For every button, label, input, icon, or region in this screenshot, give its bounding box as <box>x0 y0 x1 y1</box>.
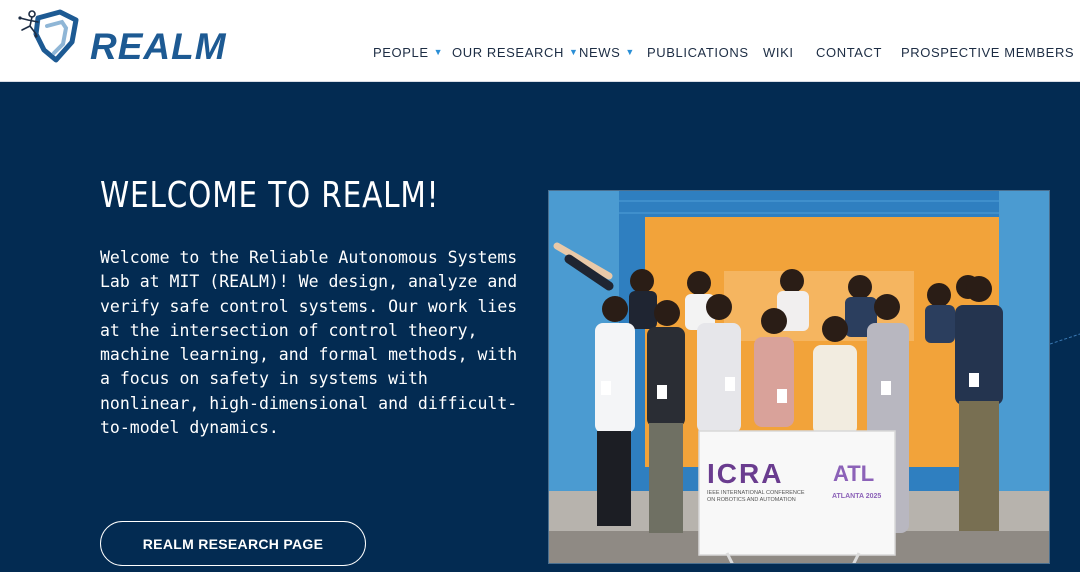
hero-section: WELCOME TO REALM! Welcome to the Reliabl… <box>0 82 1080 572</box>
group-photo-image: ICRA IEEE INTERNATIONAL CONFERENCE ON RO… <box>549 191 1049 563</box>
nav-label: PROSPECTIVE MEMBERS <box>901 45 1075 60</box>
nav-people[interactable]: PEOPLE ▼ <box>373 44 443 63</box>
sign-subtitle-1: IEEE INTERNATIONAL CONFERENCE <box>707 490 805 496</box>
caret-down-icon: ▼ <box>625 47 635 57</box>
sign-logo-text: ICRA <box>707 458 783 489</box>
nav-label: PUBLICATIONS <box>647 45 749 60</box>
decorative-line <box>1050 333 1080 345</box>
main-nav: PEOPLE ▼ OUR RESEARCH ▼ NEWS ▼ PUBLICATIONS… <box>0 44 1080 62</box>
nav-wiki[interactable]: WIKI <box>763 44 794 62</box>
caret-down-icon: ▼ <box>433 47 444 57</box>
sign-subtitle-2: ON ROBOTICS AND AUTOMATION <box>707 497 796 503</box>
nav-label: PEOPLE <box>373 45 429 60</box>
nav-publications[interactable]: PUBLICATIONS <box>647 44 749 62</box>
page-title: WELCOME TO REALM! <box>100 175 440 216</box>
nav-label: OUR RESEARCH <box>452 45 564 60</box>
nav-label: CONTACT <box>816 45 883 60</box>
research-page-button[interactable]: REALM RESEARCH PAGE <box>100 521 366 566</box>
nav-our-research[interactable]: OUR RESEARCH ▼ <box>452 44 578 63</box>
nav-label: NEWS <box>579 45 621 60</box>
nav-news[interactable]: NEWS ▼ <box>579 44 635 63</box>
sign-city-text: ATLANTA 2025 <box>832 493 881 500</box>
site-header: REALM PEOPLE ▼ OUR RESEARCH ▼ NEWS ▼ PUBLIC… <box>0 0 1080 82</box>
caret-down-icon: ▼ <box>568 47 579 57</box>
nav-prospective-members[interactable]: PROSPECTIVE MEMBERS <box>901 44 1074 62</box>
group-photo: ICRA IEEE INTERNATIONAL CONFERENCE ON RO… <box>548 190 1050 564</box>
hero-description: Welcome to the Reliable Autonomous Syste… <box>100 248 518 438</box>
sign-city-logo: ATL <box>833 461 874 486</box>
nav-contact[interactable]: CONTACT <box>816 44 882 62</box>
nav-label: WIKI <box>763 45 794 60</box>
